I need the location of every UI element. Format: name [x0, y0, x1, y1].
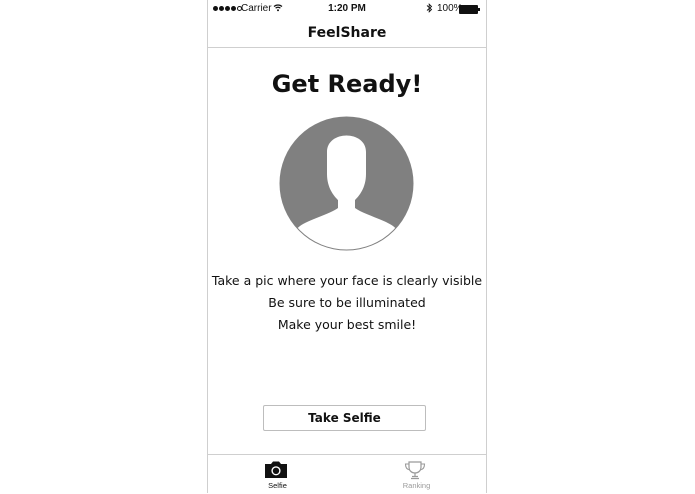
- phone-screen: Carrier 1:20 PM 100% FeelShare Get Ready…: [207, 0, 487, 493]
- instruction-line: Take a pic where your face is clearly vi…: [211, 273, 483, 288]
- page-title: Get Ready!: [271, 70, 423, 98]
- camera-icon: [265, 461, 287, 478]
- tab-selfie[interactable]: Selfie: [208, 455, 347, 493]
- status-bar: Carrier 1:20 PM 100%: [208, 0, 486, 18]
- instructions: Take a pic where your face is clearly vi…: [208, 272, 486, 338]
- navigation-bar: FeelShare: [208, 18, 486, 48]
- instruction-line: Make your best smile!: [277, 317, 417, 332]
- tab-label: Ranking: [402, 481, 431, 490]
- trophy-icon: [404, 461, 426, 480]
- bluetooth-icon: [426, 3, 433, 16]
- battery-icon: [459, 5, 480, 14]
- person-silhouette-icon: [279, 116, 414, 251]
- app-title: FeelShare: [307, 24, 387, 41]
- tab-label: Selfie: [268, 481, 287, 490]
- tab-bar: Selfie Ranking: [208, 454, 486, 493]
- instruction-line: Be sure to be illuminated: [268, 295, 426, 310]
- take-selfie-button[interactable]: Take Selfie: [263, 405, 426, 431]
- tab-ranking[interactable]: Ranking: [347, 455, 486, 493]
